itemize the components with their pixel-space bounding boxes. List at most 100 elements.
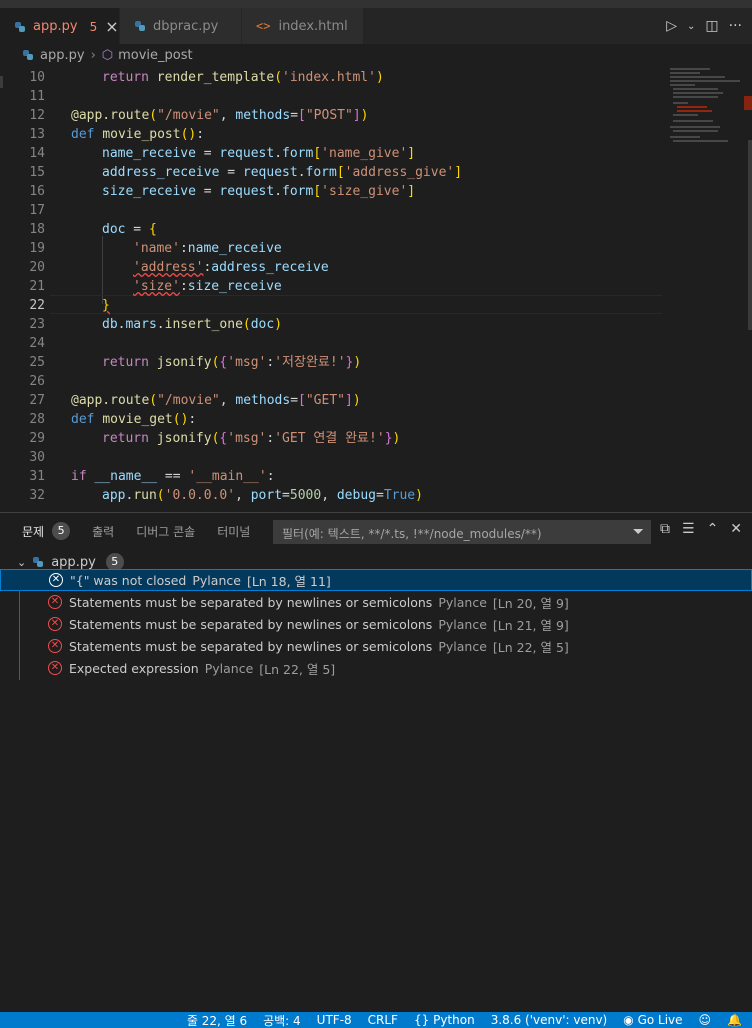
- line-number: 31: [29, 469, 45, 484]
- language-label: Python: [433, 1013, 475, 1027]
- indentation[interactable]: 공백: 4: [263, 1012, 301, 1028]
- token: if: [71, 469, 87, 484]
- problem-item[interactable]: ✕ Statements must be separated by newlin…: [0, 635, 752, 657]
- python-interpreter[interactable]: 3.8.6 ('venv': venv): [491, 1013, 608, 1027]
- end-of-line[interactable]: CRLF: [368, 1013, 398, 1027]
- token: render_template: [156, 70, 275, 85]
- code-line: 18 doc = {: [0, 220, 664, 239]
- code-line: 30: [0, 448, 664, 467]
- file-name: app.py: [51, 554, 96, 570]
- tab-error-count: 5: [89, 19, 98, 34]
- problem-source: Pylance: [438, 594, 487, 610]
- token: request: [242, 165, 298, 180]
- chevron-right-icon: ›: [90, 47, 96, 63]
- code-line: 32 app.run('0.0.0.0', port=5000, debug=Tr…: [0, 486, 664, 505]
- tab-app-py[interactable]: app.py 5 ×: [0, 8, 120, 44]
- feedback-icon[interactable]: ☺: [699, 1013, 712, 1027]
- problem-message: "{" was not closed: [70, 572, 187, 588]
- line-number: 24: [29, 336, 45, 351]
- problem-location: [Ln 18, 열 11]: [246, 573, 331, 589]
- token: db: [102, 317, 118, 332]
- code-line: 31 if __name__ == '__main__':: [0, 467, 664, 486]
- tab-label: index.html: [278, 18, 348, 34]
- token: address_receive: [102, 165, 220, 180]
- code-line: 21'size':size_receive: [0, 277, 664, 296]
- minimap[interactable]: [668, 66, 748, 146]
- token: form: [305, 165, 337, 180]
- problem-item[interactable]: ✕ "{" was not closed Pylance [Ln 18, 열 1…: [0, 569, 752, 591]
- line-number: 15: [29, 165, 45, 180]
- problem-item[interactable]: ✕ Statements must be separated by newlin…: [0, 613, 752, 635]
- line-number: 32: [29, 488, 45, 503]
- broadcast-icon: ◉: [623, 1013, 634, 1027]
- token: 'size': [133, 279, 180, 294]
- tab-problems[interactable]: 문제 5: [22, 522, 71, 540]
- run-icon[interactable]: ▷: [666, 18, 677, 34]
- code-line: 27 @app.route("/movie", methods=["GET"]): [0, 391, 664, 410]
- tab-debug-console[interactable]: 디버그 콘솔: [136, 523, 195, 540]
- token: movie_get: [102, 412, 173, 427]
- line-number: 26: [29, 374, 45, 389]
- line-number: 18: [29, 222, 45, 237]
- code-line: 23 db.mars.insert_one(doc): [0, 315, 664, 334]
- token: form: [282, 146, 314, 161]
- token: app: [102, 488, 126, 503]
- problems-filter-input[interactable]: 필터(예: 텍스트, **/*.ts, !**/node_modules/**)…: [273, 520, 651, 544]
- tab-dbprac-py[interactable]: dbprac.py: [120, 8, 242, 44]
- line-number: 30: [29, 450, 45, 465]
- token: True: [383, 488, 416, 503]
- token: 'index.html': [282, 70, 376, 85]
- token: name_receive: [187, 241, 282, 256]
- token: "GET": [305, 393, 345, 408]
- line-number: 20: [29, 260, 45, 275]
- tab-label: 출력: [92, 524, 115, 539]
- more-actions-icon[interactable]: ···: [729, 18, 742, 34]
- token: form: [282, 184, 314, 199]
- tab-label: app.py: [33, 19, 78, 34]
- braces-icon: {}: [413, 1013, 430, 1027]
- problem-item[interactable]: ✕ Statements must be separated by newlin…: [0, 591, 752, 613]
- line-number: 21: [29, 279, 45, 294]
- close-panel-icon[interactable]: ✕: [730, 521, 742, 537]
- token: @app.route: [71, 108, 150, 123]
- token: '__main__': [188, 469, 267, 484]
- token: 'name_give': [321, 146, 408, 161]
- problem-source: Pylance: [192, 572, 241, 588]
- encoding[interactable]: UTF-8: [317, 1013, 352, 1027]
- tab-terminal[interactable]: 터미널: [217, 523, 250, 540]
- error-icon: ✕: [48, 661, 62, 675]
- close-icon[interactable]: ×: [105, 17, 118, 36]
- token: '저장완료!': [274, 355, 346, 370]
- filter-icon[interactable]: ⏷: [633, 524, 644, 540]
- split-editor-icon[interactable]: ◫: [705, 18, 718, 34]
- problem-location: [Ln 22, 열 5]: [259, 661, 336, 677]
- go-live-button[interactable]: ◉ Go Live: [623, 1013, 682, 1027]
- chevron-down-icon[interactable]: ⌄: [17, 556, 26, 569]
- problem-location: [Ln 21, 열 9]: [492, 617, 569, 633]
- go-live-label: Go Live: [637, 1013, 683, 1027]
- python-file-icon: [23, 50, 33, 60]
- maximize-panel-icon[interactable]: ⌃: [707, 521, 719, 537]
- line-number: 14: [29, 146, 45, 161]
- line-number: 13: [29, 127, 45, 142]
- line-number: 19: [29, 241, 45, 256]
- line-number: 16: [29, 184, 45, 199]
- token: return: [102, 355, 149, 370]
- view-as-table-icon[interactable]: ☰: [682, 521, 695, 537]
- collapse-all-icon[interactable]: ⧉: [660, 521, 670, 537]
- token: return: [102, 431, 149, 446]
- cursor-position[interactable]: 줄 22, 열 6: [187, 1012, 247, 1028]
- chevron-down-icon[interactable]: ⌄: [687, 21, 695, 32]
- problem-item[interactable]: ✕ Expected expression Pylance [Ln 22, 열 …: [0, 657, 752, 679]
- breadcrumb-symbol[interactable]: movie_post: [118, 48, 193, 63]
- token: request: [219, 146, 275, 161]
- tab-index-html[interactable]: <> index.html: [242, 8, 364, 44]
- vertical-scrollbar[interactable]: [748, 140, 752, 330]
- tab-output[interactable]: 출력: [92, 523, 114, 540]
- tab-label: 문제: [22, 524, 45, 539]
- code-editor[interactable]: 10 return render_template('index.html') 1…: [0, 66, 752, 512]
- language-mode[interactable]: {} Python: [414, 1013, 475, 1027]
- bell-icon[interactable]: 🔔: [727, 1013, 742, 1027]
- token: __name__: [94, 469, 158, 484]
- breadcrumb-file[interactable]: app.py: [40, 48, 85, 63]
